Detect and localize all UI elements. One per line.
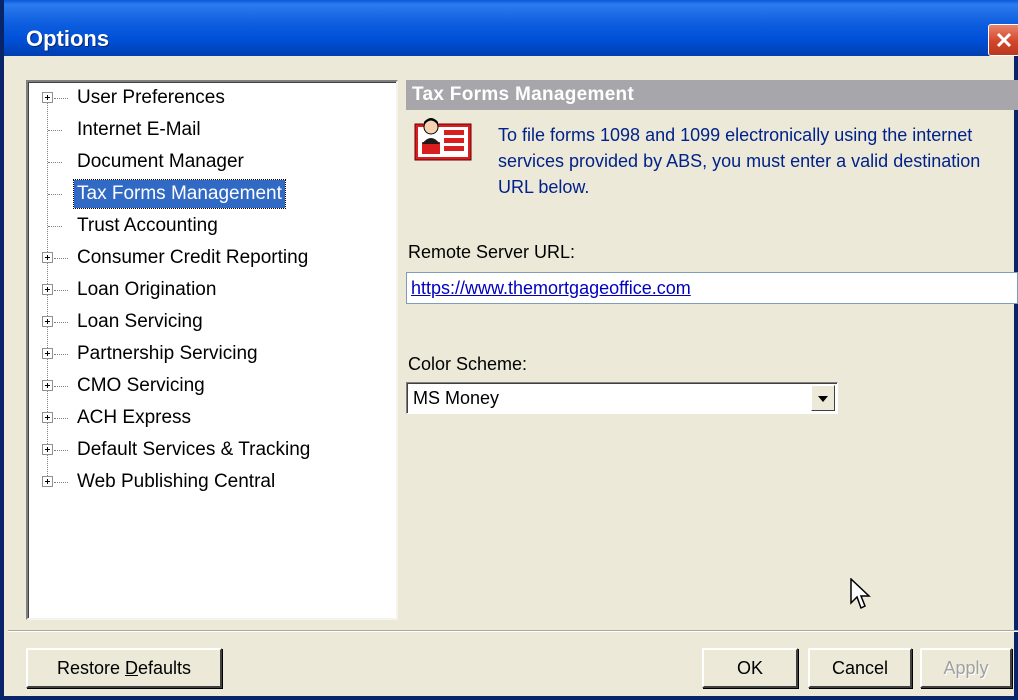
tree-connector bbox=[54, 98, 68, 99]
section-header: Tax Forms Management bbox=[406, 80, 1018, 110]
tree-connector bbox=[54, 290, 68, 291]
expand-plus-icon[interactable] bbox=[42, 348, 53, 359]
tree-item[interactable]: Web Publishing Central bbox=[28, 468, 388, 496]
cancel-button[interactable]: Cancel bbox=[808, 648, 912, 688]
tree-item-label: Internet E-Mail bbox=[77, 119, 201, 140]
tree-connector bbox=[54, 386, 68, 387]
tree-item[interactable]: Default Services & Tracking bbox=[28, 436, 388, 464]
tree-item-label: Tax Forms Management bbox=[73, 179, 286, 209]
expand-plus-icon[interactable] bbox=[42, 316, 53, 327]
mouse-cursor-icon bbox=[850, 577, 872, 617]
tree-item[interactable]: Trust Accounting bbox=[28, 212, 388, 240]
tree-item[interactable]: Loan Servicing bbox=[28, 308, 388, 336]
tree-item[interactable]: CMO Servicing bbox=[28, 372, 388, 400]
color-scheme-label: Color Scheme: bbox=[408, 354, 528, 374]
window-title: Options bbox=[26, 26, 110, 51]
ok-button[interactable]: OK bbox=[702, 648, 798, 688]
info-message: To file forms 1098 and 1099 electronical… bbox=[498, 125, 981, 197]
expand-plus-icon[interactable] bbox=[42, 444, 53, 455]
color-scheme-select[interactable]: MS Money bbox=[406, 382, 838, 414]
tree-item[interactable]: Partnership Servicing bbox=[28, 340, 388, 368]
tree-item[interactable]: Tax Forms Management bbox=[28, 179, 388, 209]
expand-plus-icon[interactable] bbox=[42, 380, 53, 391]
tree-connector bbox=[54, 354, 68, 355]
apply-button[interactable]: Apply bbox=[920, 648, 1012, 688]
tree-item[interactable]: Document Manager bbox=[28, 148, 388, 176]
remote-server-url-input[interactable]: https://www.themortgageoffice.com bbox=[406, 272, 1018, 304]
footer-separator bbox=[8, 630, 1018, 632]
tree-connector bbox=[54, 450, 68, 451]
tree-connector bbox=[48, 226, 62, 227]
expand-plus-icon[interactable] bbox=[42, 92, 53, 103]
tree-item[interactable]: User Preferences bbox=[28, 84, 388, 112]
tax-form-icon bbox=[414, 118, 472, 169]
tree-connector bbox=[54, 322, 68, 323]
tree-item[interactable]: Loan Origination bbox=[28, 276, 388, 304]
dropdown-arrow-icon[interactable] bbox=[811, 385, 835, 411]
tree-connector bbox=[48, 162, 62, 163]
color-scheme-value: MS Money bbox=[413, 388, 500, 408]
remote-server-url-label: Remote Server URL: bbox=[408, 242, 576, 262]
tree-connector bbox=[54, 258, 68, 259]
tree-item-label: Trust Accounting bbox=[77, 215, 218, 236]
tree-connector bbox=[48, 194, 62, 195]
tree-item-label: Partnership Servicing bbox=[77, 343, 258, 364]
tree-item-label: Loan Origination bbox=[77, 279, 217, 300]
close-icon bbox=[996, 32, 1012, 48]
tree-connector bbox=[48, 130, 62, 131]
expand-plus-icon[interactable] bbox=[42, 284, 53, 295]
tree-item-label: Document Manager bbox=[77, 151, 244, 172]
expand-plus-icon[interactable] bbox=[42, 412, 53, 423]
options-tree[interactable]: User Preferences Internet E-Mail Document … bbox=[26, 80, 398, 620]
title-bar[interactable]: Options bbox=[4, 0, 1018, 56]
tree-item-label: Loan Servicing bbox=[77, 311, 203, 332]
close-button[interactable] bbox=[988, 24, 1018, 56]
expand-plus-icon[interactable] bbox=[42, 476, 53, 487]
tree-item-label: User Preferences bbox=[77, 87, 225, 108]
tree-connector bbox=[54, 418, 68, 419]
tree-item-label: Consumer Credit Reporting bbox=[77, 247, 309, 268]
options-dialog: Options User Preferences Internet E-Mail D… bbox=[0, 0, 1018, 700]
tree-item[interactable]: ACH Express bbox=[28, 404, 388, 432]
tree-item-label: Default Services & Tracking bbox=[77, 439, 311, 460]
tree-item-label: CMO Servicing bbox=[77, 375, 205, 396]
tree-connector bbox=[54, 482, 68, 483]
tree-item-label: ACH Express bbox=[77, 407, 192, 428]
tree-item[interactable]: Internet E-Mail bbox=[28, 116, 388, 144]
restore-defaults-button[interactable]: Restore Defaults bbox=[26, 648, 222, 688]
expand-plus-icon[interactable] bbox=[42, 252, 53, 263]
tree-item[interactable]: Consumer Credit Reporting bbox=[28, 244, 388, 272]
tree-item-label: Web Publishing Central bbox=[77, 471, 276, 492]
